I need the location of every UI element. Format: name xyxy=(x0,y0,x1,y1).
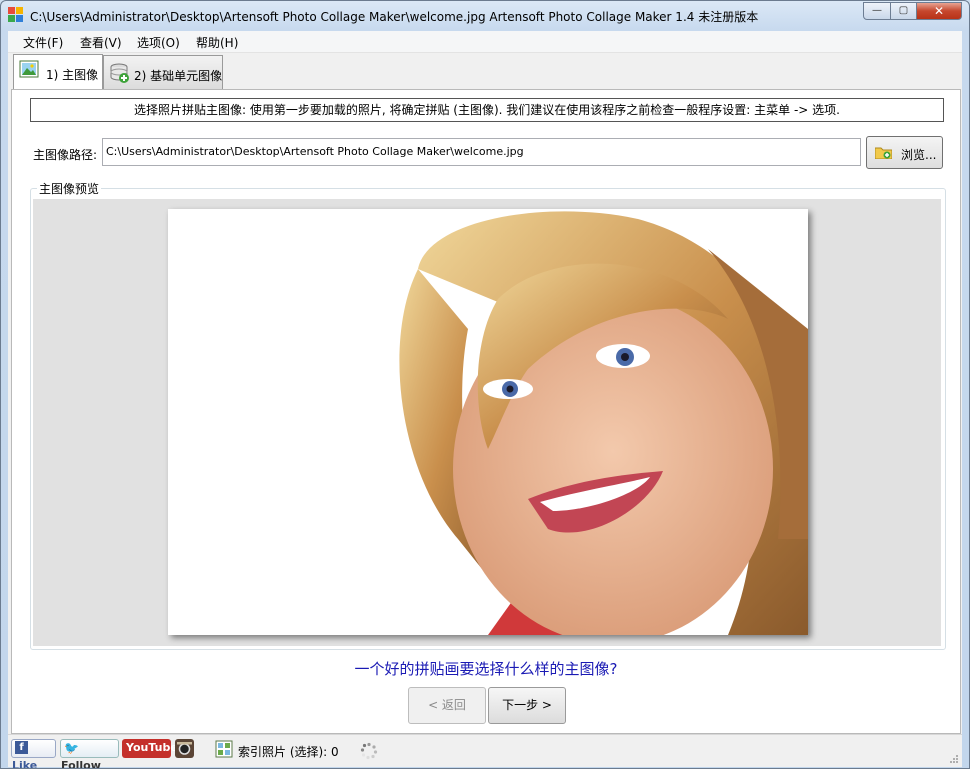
close-button[interactable]: ✕ xyxy=(916,2,962,20)
title-bar[interactable]: C:\Users\Administrator\Desktop\Artensoft… xyxy=(1,1,969,31)
menu-bar: 文件(F) 查看(V) 选项(O) 帮助(H) xyxy=(8,31,962,53)
preview-title: 主图像预览 xyxy=(37,180,102,197)
youtube-label: YouTube xyxy=(126,741,178,754)
browse-button[interactable]: 浏览... xyxy=(866,136,943,169)
tab-base-images-label: 2) 基础单元图像 xyxy=(134,69,223,83)
help-question-link[interactable]: 一个好的拼贴画要选择什么样的主图像? xyxy=(12,658,960,679)
minimize-button[interactable]: — xyxy=(863,2,891,20)
facebook-label: Like xyxy=(12,759,38,769)
tab-strip: 1) 主图像 2) 基础单元图像 xyxy=(8,53,962,90)
loading-spinner-icon xyxy=(360,742,378,760)
instagram-icon xyxy=(177,742,192,755)
index-photos-status: 索引照片 (选择): 0 xyxy=(238,745,339,759)
portrait-photo-image xyxy=(168,209,808,635)
status-bar: fLike 🐦Follow YouTube 索引照片 (选择): 0 xyxy=(8,734,962,768)
menu-view[interactable]: 查看(V) xyxy=(80,34,122,51)
window-title: C:\Users\Administrator\Desktop\Artensoft… xyxy=(30,10,759,24)
main-image-preview xyxy=(168,209,808,635)
path-label: 主图像路径: xyxy=(33,148,98,162)
folder-add-icon xyxy=(875,147,892,159)
preview-group: 主图像预览 xyxy=(30,180,946,650)
youtube-button[interactable]: YouTube xyxy=(122,739,178,758)
app-window: C:\Users\Administrator\Desktop\Artensoft… xyxy=(0,0,970,769)
instagram-button[interactable] xyxy=(175,739,194,758)
next-button[interactable]: 下一步 > xyxy=(488,687,566,724)
menu-help[interactable]: 帮助(H) xyxy=(196,34,238,51)
back-button[interactable]: < 返回 xyxy=(408,687,486,724)
twitter-follow-button[interactable]: 🐦 Follow xyxy=(60,739,119,768)
add-database-icon xyxy=(110,63,129,83)
resize-grip-icon[interactable] xyxy=(949,754,959,764)
tab-main-image[interactable]: 1) 主图像 xyxy=(13,54,103,90)
instructions-text: 选择照片拼贴主图像: 使用第一步要加载的照片, 将确定拼贴 (主图像). 我们建… xyxy=(30,98,944,122)
index-photos-icon xyxy=(215,740,233,758)
browse-button-label: 浏览... xyxy=(901,148,937,162)
main-image-panel: 选择照片拼贴主图像: 使用第一步要加载的照片, 将确定拼贴 (主图像). 我们建… xyxy=(11,89,961,734)
twitter-label: Follow xyxy=(61,759,101,769)
facebook-icon: f xyxy=(15,741,28,754)
tab-base-images[interactable]: 2) 基础单元图像 xyxy=(103,55,223,89)
facebook-like-button[interactable]: f Like xyxy=(11,739,56,768)
menu-file[interactable]: 文件(F) xyxy=(23,34,63,51)
maximize-button[interactable]: ▢ xyxy=(890,2,917,20)
tab-main-image-label: 1) 主图像 xyxy=(46,68,99,82)
preview-area xyxy=(33,199,941,646)
twitter-bird-icon: 🐦 xyxy=(64,741,79,755)
main-image-icon xyxy=(19,60,39,78)
app-logo-icon xyxy=(8,7,24,23)
main-image-path-input[interactable]: C:\Users\Administrator\Desktop\Artensoft… xyxy=(102,138,861,166)
menu-options[interactable]: 选项(O) xyxy=(137,34,180,51)
client-area: 文件(F) 查看(V) 选项(O) 帮助(H) 1) 主图像 2) 基础单元图像… xyxy=(8,31,962,768)
